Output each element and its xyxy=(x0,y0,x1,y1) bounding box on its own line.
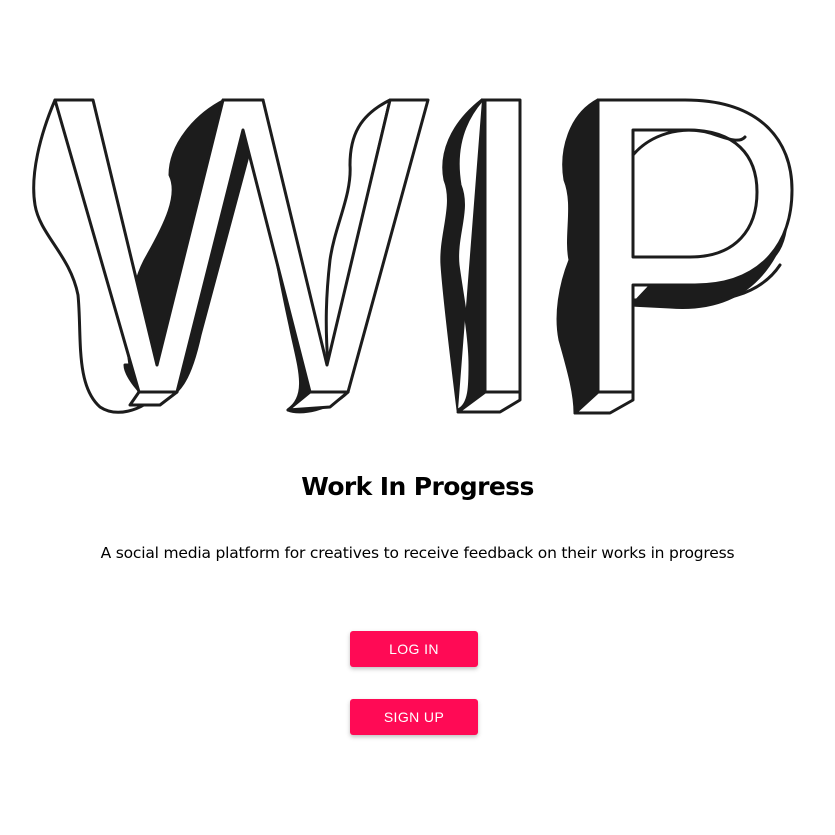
page-title: Work In Progress xyxy=(301,472,534,501)
signup-button[interactable]: SIGN UP xyxy=(350,699,478,735)
page-tagline: A social media platform for creatives to… xyxy=(100,544,735,562)
wip-logo-icon xyxy=(30,95,800,420)
login-button[interactable]: LOG IN xyxy=(350,631,478,667)
